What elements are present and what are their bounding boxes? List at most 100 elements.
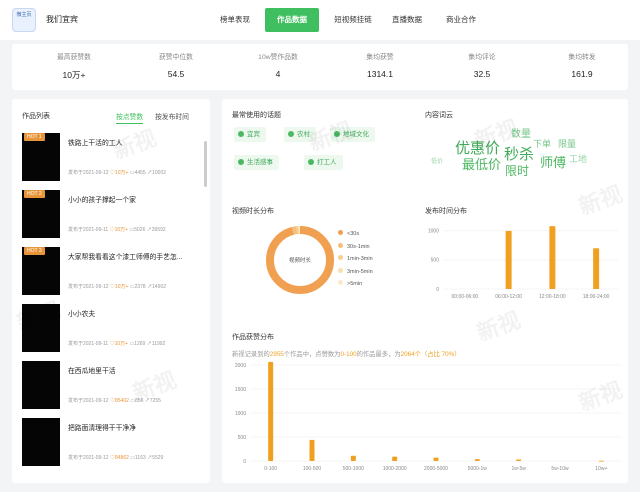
y-tick-label: 500: [431, 258, 440, 264]
account-avatar[interactable]: 微主页: [12, 8, 36, 32]
video-thumbnail[interactable]: [22, 418, 60, 466]
publish-time-chart: 1000 500 0 00:00-06:00 06:00-12:00 12:00-18:0…: [425, 219, 620, 303]
legend-item: 3min-5min: [338, 268, 373, 275]
work-title[interactable]: 小小的孩子撑起一个家: [68, 194, 200, 204]
work-title[interactable]: 小小农夫: [68, 308, 200, 318]
bar[interactable]: [475, 459, 480, 461]
stat-avg-shares: 集均转发161.9: [532, 44, 632, 79]
x-tick-label: 100-500: [303, 466, 322, 472]
bar[interactable]: [506, 231, 512, 289]
hot-rank-badge: HOT 3: [24, 247, 45, 255]
bar[interactable]: [392, 457, 397, 461]
work-title[interactable]: 大家帮我看看这个漆工师傅的手艺怎...: [68, 251, 200, 261]
tab-live-data[interactable]: 直播数据: [384, 8, 430, 32]
x-tick-label: 00:00-06:00: [452, 294, 479, 300]
y-tick-label: 0: [243, 459, 246, 465]
tab-short-video-links[interactable]: 短视频挂链: [324, 8, 382, 32]
bar[interactable]: [549, 226, 555, 289]
y-tick-label: 2000: [235, 363, 246, 369]
bar[interactable]: [268, 362, 273, 461]
stat-10w-works: 10w赞作品数4: [228, 44, 328, 79]
topic-icon: [288, 131, 294, 137]
bar[interactable]: [599, 461, 604, 462]
topic-icon: [238, 131, 244, 137]
word-cloud-word: 限量: [558, 137, 576, 150]
hot-rank-badge: HOT 2: [24, 190, 45, 198]
y-tick-label: 1500: [235, 387, 246, 393]
tab-works-data[interactable]: 作品数据: [265, 8, 319, 32]
likes-dist-title: 作品获赞分布: [232, 332, 274, 342]
topic-tag[interactable]: 宜宾: [234, 127, 266, 142]
bar[interactable]: [516, 460, 521, 461]
x-tick-label: 0-100: [264, 466, 277, 472]
duration-title: 视频时长分布: [232, 206, 274, 216]
duration-donut-chart: 视频时长: [262, 222, 338, 298]
word-cloud-title: 内容词云: [425, 110, 453, 120]
work-meta: 发布于2021-09-11 ♡10万+ ▭1269 ↗11992: [68, 340, 208, 347]
legend-item: 1min-3min: [338, 255, 373, 262]
work-meta: 发布于2021-09-11 ♡10万+ ▭5026 ↗39592: [68, 226, 208, 233]
work-title[interactable]: 把路面清理得干干净净: [68, 422, 200, 432]
tab-sort-by-time[interactable]: 按发布时间: [155, 111, 189, 121]
video-thumbnail[interactable]: [22, 361, 60, 409]
topic-tag[interactable]: 生活感事: [234, 155, 279, 170]
stat-median-likes: 获赞中位数54.5: [126, 44, 226, 79]
bar[interactable]: [310, 440, 315, 461]
topic-tag[interactable]: 打工人: [304, 155, 343, 170]
x-tick-label: 18:00-24:00: [583, 294, 610, 300]
y-tick-label: 500: [238, 435, 247, 441]
watermark: 新视: [574, 176, 626, 221]
y-tick-label: 1000: [428, 229, 439, 235]
x-tick-label: 12:00-18:00: [539, 294, 566, 300]
list-item[interactable]: HOT 3大家帮我看看这个漆工师傅的手艺怎...发布于2021-09-12 ♡1…: [22, 247, 202, 299]
work-meta: 发布于2021-09-12 ♡10万+ ▭2378 ↗14902: [68, 283, 208, 290]
topic-icon: [238, 159, 244, 165]
list-item[interactable]: HOT 2小小的孩子撑起一个家发布于2021-09-11 ♡10万+ ▭5026…: [22, 190, 202, 242]
x-tick-label: 1w-5w: [511, 466, 526, 472]
analytics-panel: 最常使用的话题 宜宾 农村 地域文化 生活感事 打工人 内容词云 数量 优惠价 …: [222, 99, 628, 483]
stat-avg-likes: 集均获赞1314.1: [330, 44, 430, 79]
x-tick-label: 500-1000: [343, 466, 364, 472]
x-tick-label: 5w-10w: [551, 466, 569, 472]
legend-item: 30s-1min: [338, 243, 370, 250]
stat-avg-comments: 集均评论32.5: [432, 44, 532, 79]
likes-distribution-chart: 2000 1500 1000 500 0 0-100 100-500 500-1000 1000…: [226, 357, 624, 475]
publish-time-title: 发布时间分布: [425, 206, 467, 216]
donut-center-label: 视频时长: [289, 256, 312, 264]
word-cloud-word: 工地: [569, 152, 587, 165]
tab-sort-by-likes[interactable]: 按点赞数: [116, 111, 143, 124]
works-list-scrollbar[interactable]: [204, 141, 207, 187]
word-cloud-word: 最低价: [462, 154, 501, 173]
works-list-panel: 作品列表 按点赞数 按发布时间 HOT 1铁路上干活的工人发布于2021-09-…: [12, 99, 210, 483]
work-meta: 发布于2021-09-12 ♡10万+ ▭4455 ↗10002: [68, 169, 208, 176]
bar[interactable]: [434, 458, 439, 461]
tab-ranking[interactable]: 榜单表现: [210, 8, 260, 32]
topics-title: 最常使用的话题: [232, 110, 281, 120]
works-list-title: 作品列表: [22, 111, 50, 121]
word-cloud-word: 限时: [505, 162, 529, 179]
legend-item: <30s: [338, 230, 359, 237]
bar[interactable]: [593, 248, 599, 289]
y-tick-label: 0: [436, 287, 439, 293]
x-tick-label: 06:00-12:00: [495, 294, 522, 300]
tab-business[interactable]: 商业合作: [437, 8, 485, 32]
y-tick-label: 1000: [235, 411, 246, 417]
word-cloud-word: 低价: [431, 156, 443, 165]
top-navigation-bar: 微主页 我们宜宾 榜单表现 作品数据 短视频挂链 直播数据 商业合作: [0, 0, 640, 40]
bar[interactable]: [351, 456, 356, 461]
x-tick-label: 1000-2000: [383, 466, 407, 472]
topic-icon: [308, 159, 314, 165]
word-cloud-word: 下单: [533, 137, 551, 150]
watermark: 新视: [304, 112, 356, 157]
work-title[interactable]: 在西瓜地里干活: [68, 365, 200, 375]
list-item[interactable]: 把路面清理得干干净净发布于2021-09-12 ♡84862 ▭1163 ↗55…: [22, 418, 202, 470]
watermark: 新视: [472, 302, 524, 347]
word-cloud-word: 秒杀: [504, 143, 534, 164]
work-meta: 发布于2021-09-12 ♡84862 ▭1163 ↗5529: [68, 454, 208, 461]
account-name: 我们宜宾: [46, 14, 78, 25]
hot-rank-badge: HOT 1: [24, 133, 45, 141]
x-tick-label: 2000-5000: [424, 466, 448, 472]
stat-max-likes: 最高获赞数10万+: [24, 44, 124, 81]
x-tick-label: 10w+: [595, 466, 607, 472]
stats-summary: 最高获赞数10万+ 获赞中位数54.5 10w赞作品数4 集均获赞1314.1 …: [12, 44, 628, 90]
